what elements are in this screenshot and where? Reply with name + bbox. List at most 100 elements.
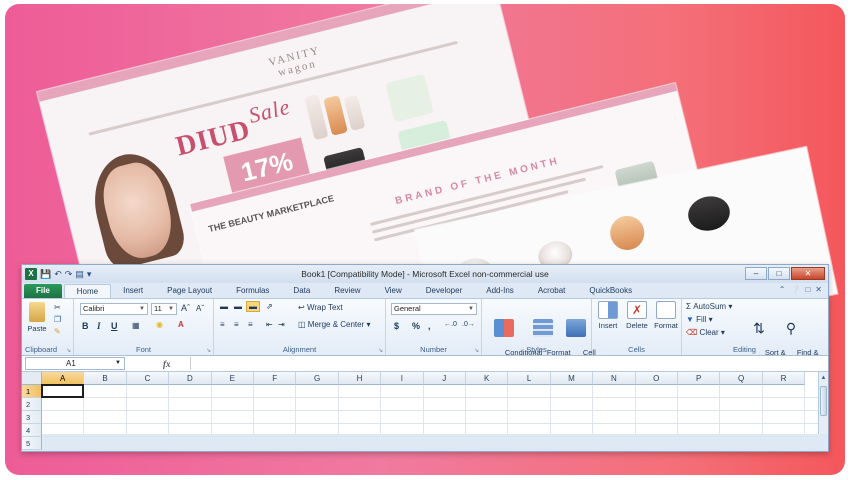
- tab-view[interactable]: View: [373, 284, 414, 298]
- increase-indent-icon[interactable]: ⇥: [278, 320, 285, 329]
- close-workbook-icon[interactable]: ✕: [815, 285, 822, 294]
- customize-toolbar-icon[interactable]: ▾: [87, 269, 92, 280]
- delete-cells-button[interactable]: ✗ Delete: [623, 301, 651, 330]
- fill-color-icon[interactable]: ◉: [156, 320, 163, 329]
- comma-button[interactable]: ,: [428, 321, 431, 331]
- tab-formulas[interactable]: Formulas: [224, 284, 281, 298]
- align-top-icon[interactable]: ▬: [220, 302, 228, 311]
- column-header-g[interactable]: G: [296, 372, 339, 385]
- print-preview-icon[interactable]: ▤: [75, 269, 84, 280]
- font-size-select[interactable]: 11 ▼: [151, 303, 177, 315]
- column-header-b[interactable]: B: [84, 372, 127, 385]
- excel-app-icon[interactable]: X: [25, 268, 37, 280]
- column-header-l[interactable]: L: [508, 372, 551, 385]
- tab-quickbooks[interactable]: QuickBooks: [577, 284, 644, 298]
- decrease-indent-icon[interactable]: ⇤: [266, 320, 273, 329]
- save-icon[interactable]: 💾: [40, 269, 51, 280]
- tab-file[interactable]: File: [24, 284, 62, 298]
- insert-function-icon[interactable]: fx: [163, 359, 171, 369]
- fill-button[interactable]: ▼ Fill ▾: [686, 315, 713, 324]
- column-header-p[interactable]: P: [678, 372, 721, 385]
- column-header-c[interactable]: C: [126, 372, 170, 385]
- tab-home[interactable]: Home: [63, 284, 112, 298]
- tab-page-layout[interactable]: Page Layout: [155, 284, 224, 298]
- bold-button[interactable]: B: [82, 321, 89, 331]
- format-painter-icon[interactable]: ✎: [54, 327, 61, 336]
- scroll-thumb[interactable]: [820, 386, 827, 416]
- tab-add-ins[interactable]: Add-Ins: [474, 284, 526, 298]
- font-name-select[interactable]: Calibri ▼: [80, 303, 148, 315]
- maximize-button[interactable]: □: [768, 267, 790, 280]
- row-header-5[interactable]: 5: [22, 437, 42, 450]
- formula-input[interactable]: [190, 357, 818, 370]
- font-color-icon[interactable]: A: [178, 320, 184, 329]
- decrease-decimal-icon[interactable]: .0→: [462, 321, 475, 328]
- copy-icon[interactable]: ❐: [54, 315, 61, 324]
- number-launcher-icon[interactable]: ↘: [474, 347, 479, 354]
- tab-data[interactable]: Data: [281, 284, 322, 298]
- row-header-3[interactable]: 3: [22, 411, 42, 424]
- minimize-button[interactable]: –: [745, 267, 767, 280]
- column-header-m[interactable]: M: [550, 372, 594, 385]
- grow-font-icon[interactable]: Aˆ: [181, 303, 190, 313]
- column-header-n[interactable]: N: [593, 372, 636, 385]
- restore-icon[interactable]: □: [805, 285, 810, 294]
- column-header-i[interactable]: I: [381, 372, 424, 385]
- column-header-q[interactable]: Q: [720, 372, 763, 385]
- borders-icon[interactable]: ▦: [132, 321, 140, 330]
- column-header-e[interactable]: E: [211, 372, 254, 385]
- column-header-f[interactable]: F: [254, 372, 297, 385]
- active-cell[interactable]: [41, 384, 85, 398]
- row-header-2[interactable]: 2: [22, 398, 42, 411]
- group-font: Calibri ▼ 11 ▼ Aˆ Aˇ B I U ▦ ◉ A Font ↘: [74, 299, 214, 355]
- select-all-corner[interactable]: [22, 372, 42, 385]
- paste-button[interactable]: Paste: [25, 302, 49, 333]
- format-cells-button[interactable]: Format: [652, 301, 680, 330]
- tab-review[interactable]: Review: [322, 284, 372, 298]
- underline-button[interactable]: U: [111, 321, 118, 331]
- align-bottom-icon[interactable]: ▬: [246, 301, 260, 312]
- worksheet-grid[interactable]: ▲ ABCDEFGHIJKLMNOPQR12345: [22, 372, 828, 450]
- undo-icon[interactable]: ↶: [54, 269, 62, 280]
- align-middle-icon[interactable]: ▬: [234, 302, 242, 311]
- font-launcher-icon[interactable]: ↘: [206, 347, 211, 354]
- close-button[interactable]: ✕: [791, 267, 825, 280]
- column-header-r[interactable]: R: [762, 372, 806, 385]
- alignment-launcher-icon[interactable]: ↘: [378, 347, 383, 354]
- column-header-k[interactable]: K: [466, 372, 509, 385]
- column-header-h[interactable]: H: [338, 372, 382, 385]
- clear-button[interactable]: ⌫ Clear ▾: [686, 328, 725, 337]
- shrink-font-icon[interactable]: Aˇ: [196, 304, 204, 313]
- row-header-1[interactable]: 1: [22, 385, 42, 398]
- orientation-icon[interactable]: ⇗: [266, 302, 273, 311]
- align-left-icon[interactable]: ≡: [220, 320, 225, 329]
- redo-icon[interactable]: ↷: [65, 269, 73, 280]
- align-right-icon[interactable]: ≡: [248, 320, 253, 329]
- tab-developer[interactable]: Developer: [414, 284, 474, 298]
- percent-button[interactable]: %: [412, 321, 420, 331]
- cut-icon[interactable]: ✂: [54, 303, 61, 312]
- ribbon-window-icons: ⌃ ❔ □ ✕: [779, 285, 822, 294]
- tab-insert[interactable]: Insert: [111, 284, 155, 298]
- italic-button[interactable]: I: [97, 321, 101, 331]
- row-header-4[interactable]: 4: [22, 424, 42, 437]
- increase-decimal-icon[interactable]: ←.0: [444, 321, 457, 328]
- column-header-j[interactable]: J: [423, 372, 466, 385]
- grid-line: [42, 436, 818, 437]
- vertical-scrollbar[interactable]: ▲: [818, 372, 828, 434]
- minimize-ribbon-icon[interactable]: ⌃: [779, 285, 786, 294]
- column-header-d[interactable]: D: [169, 372, 212, 385]
- help-icon[interactable]: ❔: [790, 285, 800, 294]
- align-center-icon[interactable]: ≡: [234, 320, 239, 329]
- number-format-select[interactable]: General ▼: [391, 303, 477, 315]
- wrap-text-button[interactable]: ↩ Wrap Text: [298, 303, 343, 312]
- autosum-button[interactable]: Σ AutoSum ▾: [686, 302, 732, 311]
- name-box[interactable]: A1 ▼: [25, 357, 125, 370]
- tab-acrobat[interactable]: Acrobat: [526, 284, 578, 298]
- column-header-o[interactable]: O: [635, 372, 678, 385]
- merge-center-button[interactable]: ◫ Merge & Center ▾: [298, 320, 371, 329]
- currency-button[interactable]: $: [394, 321, 399, 331]
- insert-cells-button[interactable]: Insert: [594, 301, 622, 330]
- scroll-up-icon[interactable]: ▲: [819, 372, 828, 384]
- clipboard-launcher-icon[interactable]: ↘: [66, 347, 71, 354]
